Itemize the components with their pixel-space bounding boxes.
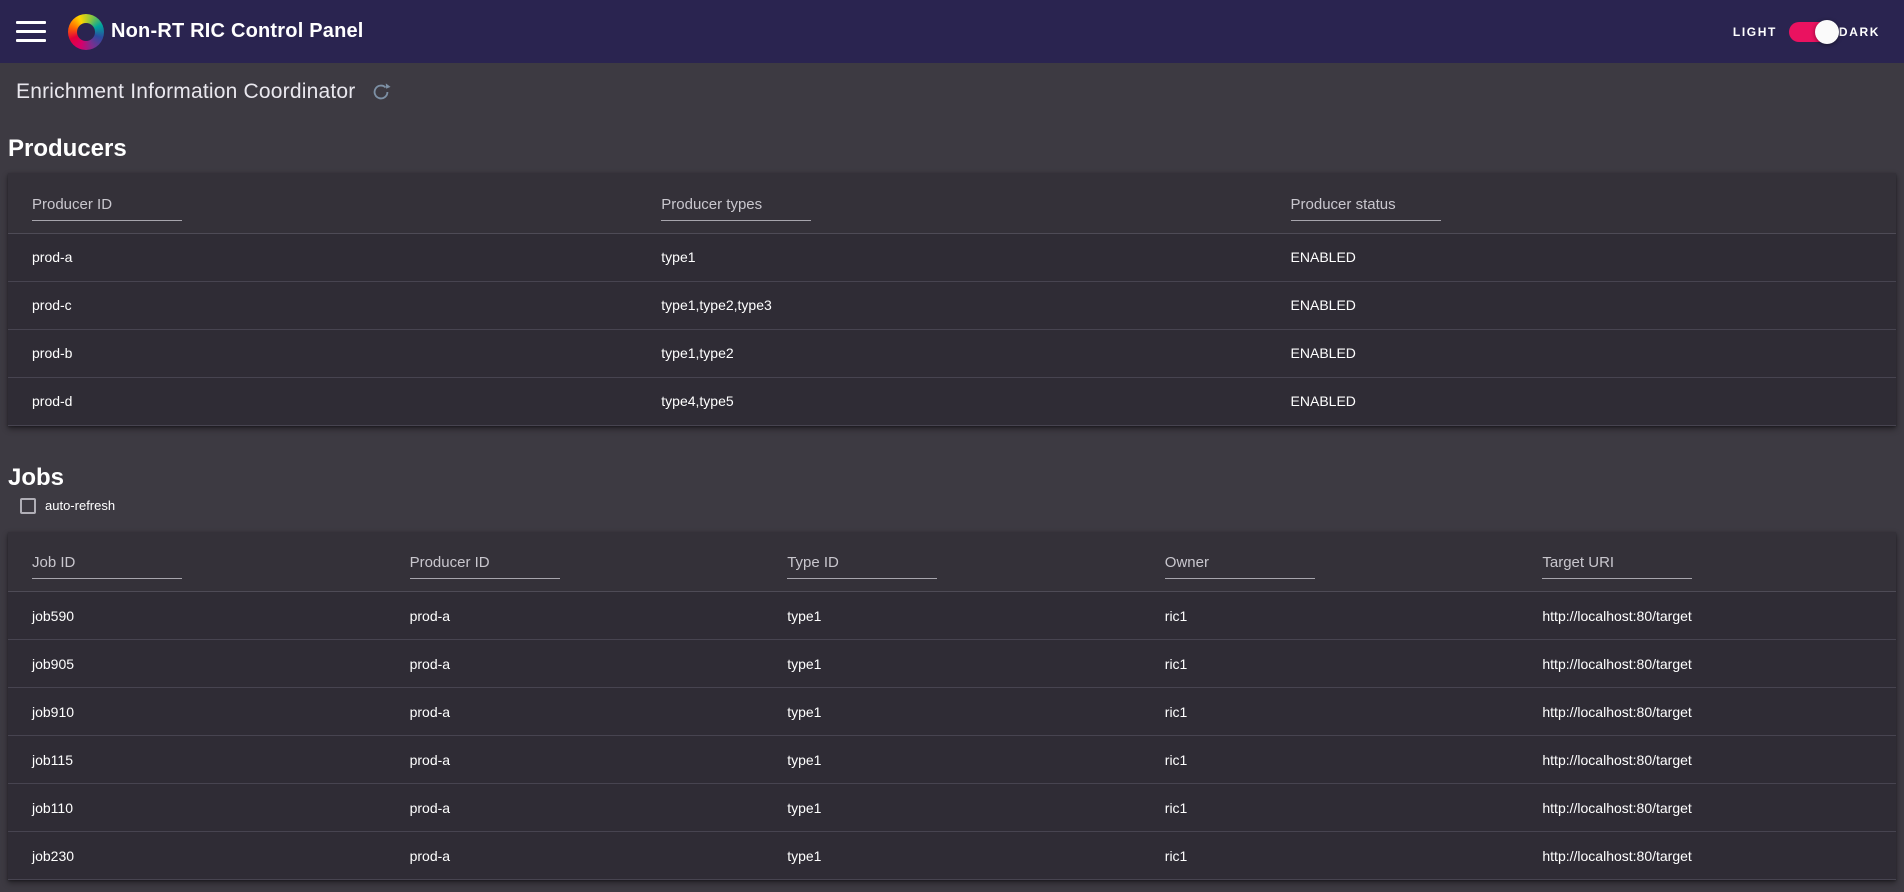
producer-status-filter-field [1290,195,1441,221]
producer-types-cell: type4,type5 [637,377,1267,426]
jobs-heading: Jobs [8,463,65,491]
toggle-thumb[interactable] [1814,19,1839,44]
producer-status-cell: ENABLED [1266,281,1896,330]
table-row: job590 prod-a type1 ric1 http://localhos… [8,591,1896,640]
producer-status-cell: ENABLED [1266,233,1896,282]
target-uri-cell: http://localhost:80/target [1518,639,1896,688]
producer-id-cell: prod-a [385,783,764,832]
table-row: job230 prod-a type1 ric1 http://localhos… [8,831,1896,880]
producer-status-filter-input[interactable] [1290,195,1441,213]
table-row: prod-a type1 ENABLED [8,233,1896,282]
top-app-bar: Non-RT RIC Control Panel LIGHT DARK [0,0,1904,63]
job-id-cell: job905 [8,639,386,688]
job-producer-id-filter-input[interactable] [409,554,560,571]
job-id-cell: job115 [8,735,386,784]
type-id-cell: type1 [763,783,1141,832]
refresh-icon [374,83,392,100]
producer-id-cell: prod-a [385,591,764,640]
producer-types-filter-input[interactable] [661,195,812,213]
auto-refresh-checkbox[interactable]: auto-refresh [20,497,1904,514]
job-owner-filter-input[interactable] [1164,554,1315,571]
job-owner-filter-field [1164,554,1315,579]
jobs-filter-row [8,531,1896,592]
owner-cell: ric1 [1140,831,1519,880]
target-uri-cell: http://localhost:80/target [1518,591,1896,640]
target-uri-cell: http://localhost:80/target [1518,735,1896,784]
dark-mode-toggle[interactable] [1788,19,1839,44]
job-target-uri-filter-input[interactable] [1542,554,1693,571]
job-target-uri-filter-field [1542,554,1693,579]
table-row: job905 prod-a type1 ric1 http://localhos… [8,639,1896,688]
app-title: Non-RT RIC Control Panel [111,20,364,42]
light-label: LIGHT [1732,24,1777,39]
producer-types-cell: type1,type2,type3 [637,281,1267,330]
job-id-filter-input[interactable] [32,554,182,571]
owner-cell: ric1 [1140,591,1519,640]
producer-id-cell: prod-a [385,735,764,784]
owner-cell: ric1 [1140,783,1519,832]
type-id-cell: type1 [763,639,1141,688]
table-row: prod-b type1,type2 ENABLED [8,329,1896,378]
job-id-cell: job590 [8,591,386,640]
table-row: job110 prod-a type1 ric1 http://localhos… [8,783,1896,832]
producer-id-cell: prod-d [8,377,638,426]
job-id-cell: job910 [8,687,386,736]
page-title: Enrichment Information Coordinator [16,80,356,103]
producers-heading: Producers [8,135,127,162]
owner-cell: ric1 [1140,639,1519,688]
type-id-cell: type1 [763,735,1141,784]
refresh-button[interactable] [369,80,393,104]
oran-logo-icon [68,13,104,50]
job-id-filter-field [32,554,182,579]
producer-status-cell: ENABLED [1266,329,1896,378]
producer-id-filter-field [32,195,182,221]
dark-label: DARK [1838,24,1880,39]
job-type-id-filter-field [787,554,938,579]
producer-id-cell: prod-a [385,687,764,736]
target-uri-cell: http://localhost:80/target [1518,783,1896,832]
target-uri-cell: http://localhost:80/target [1518,831,1896,880]
producer-status-cell: ENABLED [1266,377,1896,426]
page-title-row: Enrichment Information Coordinator [0,63,1904,121]
producer-id-cell: prod-b [8,329,638,378]
producer-types-cell: type1 [637,233,1267,282]
producers-table-card: prod-a type1 ENABLED prod-c type1,type2,… [8,173,1896,426]
target-uri-cell: http://localhost:80/target [1518,687,1896,736]
owner-cell: ric1 [1140,735,1519,784]
owner-cell: ric1 [1140,687,1519,736]
table-row: job910 prod-a type1 ric1 http://localhos… [8,687,1896,736]
job-id-cell: job230 [8,831,386,880]
producer-id-cell: prod-a [8,233,638,282]
producers-filter-row [8,173,1896,234]
producers-table: prod-a type1 ENABLED prod-c type1,type2,… [8,173,1896,426]
producer-id-cell: prod-c [8,281,638,330]
type-id-cell: type1 [763,687,1141,736]
menu-icon[interactable] [16,21,46,42]
table-row: job115 prod-a type1 ric1 http://localhos… [8,735,1896,784]
jobs-table-card: job590 prod-a type1 ric1 http://localhos… [8,531,1896,880]
theme-toggle-group: LIGHT DARK [1732,19,1880,44]
job-type-id-filter-input[interactable] [787,554,938,571]
producer-types-filter-field [661,195,812,221]
type-id-cell: type1 [763,831,1141,880]
producer-id-cell: prod-a [385,639,764,688]
table-row: prod-c type1,type2,type3 ENABLED [8,281,1896,330]
jobs-table: job590 prod-a type1 ric1 http://localhos… [8,531,1896,880]
type-id-cell: type1 [763,591,1141,640]
producer-id-filter-input[interactable] [32,195,182,213]
auto-refresh-label: auto-refresh [45,498,116,513]
job-producer-id-filter-field [409,554,560,579]
producer-types-cell: type1,type2 [637,329,1267,378]
table-row: prod-d type4,type5 ENABLED [8,377,1896,426]
job-id-cell: job110 [8,783,386,832]
producer-id-cell: prod-a [385,831,764,880]
checkbox-icon[interactable] [20,497,36,514]
